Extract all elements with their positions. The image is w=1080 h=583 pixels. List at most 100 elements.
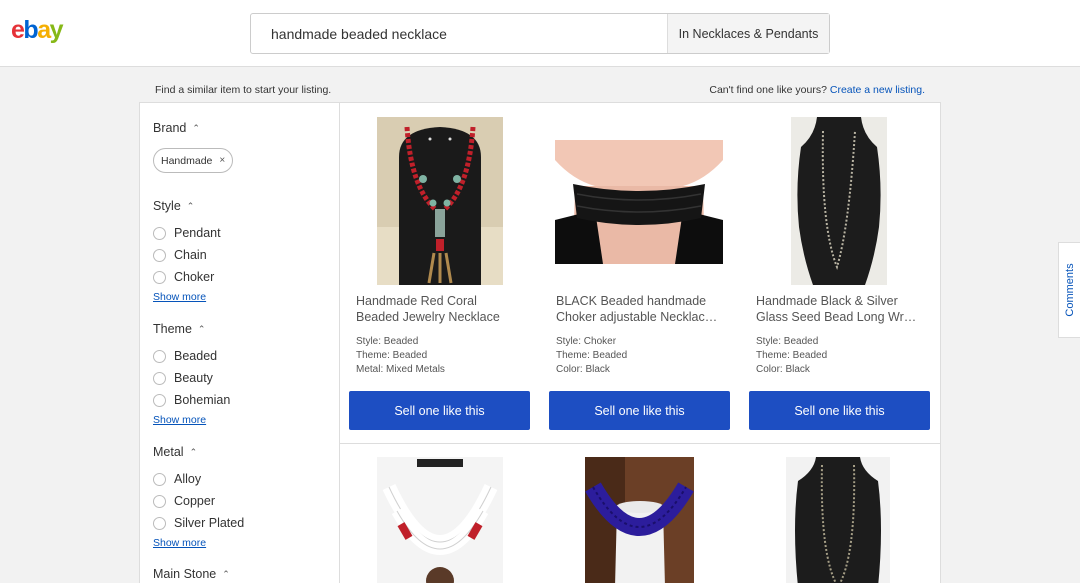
facet-style: Style ⌃ Pendant Chain Choker Show more [153,198,221,305]
facet-title: Metal [153,445,184,459]
blue-beaded-choker-image [585,457,694,583]
spec-style: Style: Beaded [356,336,419,347]
sell-one-like-this-button[interactable]: Sell one like this [349,391,530,430]
main-panel: Brand ⌃ Handmade × Style ⌃ Pendant Chain… [139,102,941,583]
facet-title: Style [153,199,181,213]
facet-theme-header[interactable]: Theme ⌃ [153,321,230,337]
facet-main-stone-header[interactable]: Main Stone ⌃ [153,566,230,582]
chip-label: Handmade [161,154,213,167]
option-alloy[interactable]: Alloy [153,468,244,490]
product-grid: Handmade Red Coral Beaded Jewelry Neckla… [340,103,940,583]
facet-brand: Brand ⌃ Handmade × [153,120,234,173]
title-line: Choker adjustable Necklac… [556,310,718,324]
facet-theme: Theme ⌃ Beaded Beauty Bohemian Show more [153,321,230,428]
logo-letter-e: e [11,16,25,44]
row-divider [340,443,940,444]
option-choker[interactable]: Choker [153,266,221,288]
black-choker-image [555,140,723,264]
category-selector[interactable]: In Necklaces & Pendants [667,14,829,53]
filter-chip-handmade[interactable]: Handmade × [153,148,234,173]
sell-one-like-this-button[interactable]: Sell one like this [749,391,930,430]
spec-metal: Metal: Mixed Metals [356,364,445,375]
chevron-up-icon: ⌃ [197,323,206,334]
product-image[interactable] [791,117,887,285]
category-label: In Necklaces & Pendants [678,26,819,41]
title-line: Beaded Jewelry Necklace [356,310,500,324]
show-more-link[interactable]: Show more [153,414,230,428]
facet-main-stone: Main Stone ⌃ [153,566,230,582]
facet-title: Brand [153,121,187,135]
logo-letter-b: b [23,16,38,44]
facet-title: Theme [153,322,192,336]
option-label: Choker [174,270,215,284]
option-beaded[interactable]: Beaded [153,345,230,367]
listing-title[interactable]: BLACK Beaded handmade Choker adjustable … [556,293,726,325]
spec-color: Color: Black [556,364,610,375]
product-image[interactable] [786,457,890,583]
close-icon[interactable]: × [219,155,225,166]
radio-button[interactable] [153,393,166,407]
radio-button[interactable] [153,472,166,486]
show-more-link[interactable]: Show more [153,537,244,551]
option-silver-plated[interactable]: Silver Plated [153,512,244,534]
ebay-logo[interactable]: ebay [11,15,64,45]
radio-button[interactable] [153,248,166,262]
radio-button[interactable] [153,494,166,508]
spec-theme: Theme: Beaded [556,350,628,361]
header: ebay In Necklaces & Pendants [0,0,1080,67]
filter-sidebar: Brand ⌃ Handmade × Style ⌃ Pendant Chain… [140,103,340,583]
spec-theme: Theme: Beaded [356,350,428,361]
listing-specs: Style: Beaded Theme: Beaded Color: Black [756,335,827,377]
logo-letter-a: a [37,16,51,44]
spec-theme: Theme: Beaded [756,350,828,361]
title-line: Handmade Red Coral [356,294,477,308]
option-label: Beauty [174,371,213,385]
title-line: BLACK Beaded handmade [556,294,707,308]
black-silver-beaded-necklace-image [791,117,887,285]
chevron-up-icon: ⌃ [192,122,200,133]
listing-card: Handmade Red Coral Beaded Jewelry Neckla… [340,103,540,443]
search-input[interactable] [251,14,667,53]
new-listing-prompt: Can't find one like yours? Create a new … [709,84,925,96]
spec-color: Color: Black [756,364,810,375]
listing-card: BLACK Beaded handmade Choker adjustable … [540,103,740,443]
facet-metal: Metal ⌃ Alloy Copper Silver Plated Show … [153,444,244,551]
product-image[interactable] [377,117,503,285]
facet-style-header[interactable]: Style ⌃ [153,198,221,214]
instruction-text: Find a similar item to start your listin… [155,84,332,96]
option-label: Alloy [174,472,202,486]
search-bar: In Necklaces & Pendants [250,13,830,54]
option-chain[interactable]: Chain [153,244,221,266]
radio-button[interactable] [153,226,166,240]
option-label: Beaded [174,349,218,363]
show-more-link[interactable]: Show more [153,291,221,305]
create-new-listing-link[interactable]: Create a new listing. [830,84,925,96]
option-copper[interactable]: Copper [153,490,244,512]
facet-brand-header[interactable]: Brand ⌃ [153,120,233,136]
option-label: Pendant [174,226,221,240]
option-label: Bohemian [174,393,231,407]
option-label: Silver Plated [174,516,245,530]
sell-one-like-this-button[interactable]: Sell one like this [549,391,730,430]
radio-button[interactable] [153,516,166,530]
listing-title[interactable]: Handmade Black & Silver Glass Seed Bead … [756,293,926,325]
radio-button[interactable] [153,371,166,385]
facet-metal-header[interactable]: Metal ⌃ [153,444,244,460]
product-image[interactable] [585,457,694,583]
listing-title[interactable]: Handmade Red Coral Beaded Jewelry Neckla… [356,293,526,325]
option-pendant[interactable]: Pendant [153,222,221,244]
listing-card: Handmade Black & Silver Glass Seed Bead … [740,103,940,443]
comments-tab[interactable]: Comments [1058,242,1080,338]
listing-specs: Style: Choker Theme: Beaded Color: Black [556,335,627,377]
option-bohemian[interactable]: Bohemian [153,389,230,411]
product-image[interactable] [555,140,723,264]
product-image[interactable] [377,457,503,583]
red-coral-necklace-image [377,117,503,285]
chevron-up-icon: ⌃ [189,446,198,457]
radio-button[interactable] [153,270,166,284]
option-label: Chain [174,248,207,262]
option-beauty[interactable]: Beauty [153,367,230,389]
radio-button[interactable] [153,349,166,363]
listing-specs: Style: Beaded Theme: Beaded Metal: Mixed… [356,335,445,377]
option-label: Copper [174,494,215,508]
